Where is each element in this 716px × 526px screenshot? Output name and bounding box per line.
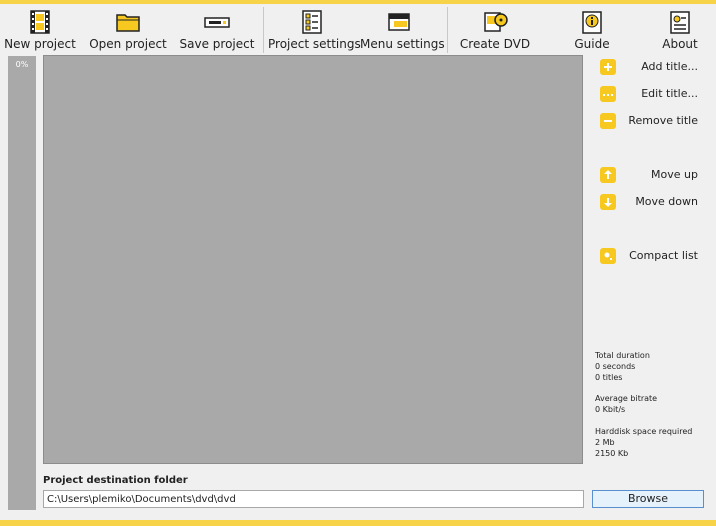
- save-project-button[interactable]: Save project: [178, 4, 256, 54]
- guide-button[interactable]: Guide: [562, 4, 622, 54]
- average-bitrate-value: 0 Kbit/s: [595, 405, 626, 414]
- main-toolbar: New project Open project Save project Pr…: [0, 4, 716, 54]
- total-duration-label: Total duration: [595, 351, 650, 360]
- menu-settings-button[interactable]: Menu settings: [360, 4, 445, 54]
- edit-title-button[interactable]: Edit title...: [597, 83, 709, 103]
- edit-title-label: Edit title...: [641, 87, 698, 100]
- drive-icon: [204, 17, 230, 28]
- move-up-label: Move up: [651, 168, 698, 181]
- arrow-up-icon: [600, 167, 616, 183]
- move-up-button[interactable]: Move up: [597, 164, 709, 184]
- compact-list-icon: [600, 248, 616, 264]
- harddisk-space-label: Harddisk space required: [595, 427, 693, 436]
- compact-list-button[interactable]: Compact list: [597, 245, 709, 265]
- guide-label: Guide: [574, 37, 610, 51]
- harddisk-space-mb: 2 Mb: [595, 438, 615, 447]
- save-project-label: Save project: [179, 37, 255, 51]
- about-button[interactable]: About: [650, 4, 710, 54]
- dvd-icon: [484, 12, 508, 32]
- project-settings-button[interactable]: Project settings: [268, 4, 361, 54]
- project-settings-label: Project settings: [268, 37, 361, 51]
- browse-button[interactable]: Browse: [592, 490, 704, 508]
- title-list-area[interactable]: [43, 55, 583, 464]
- total-duration-value: 0 seconds: [595, 362, 636, 371]
- bottom-accent-stripe: [0, 520, 716, 526]
- average-bitrate-label: Average bitrate: [595, 394, 658, 403]
- about-card-icon: [670, 11, 690, 34]
- menu-icon: [388, 13, 410, 31]
- progress-percent: 0%: [15, 60, 29, 69]
- titles-count-value: 0 titles: [595, 373, 623, 382]
- folder-icon: [116, 14, 140, 32]
- menu-settings-label: Menu settings: [360, 37, 445, 51]
- progress-bar: 0%: [8, 56, 36, 510]
- remove-title-label: Remove title: [628, 114, 698, 127]
- add-title-button[interactable]: Add title...: [597, 56, 709, 76]
- film-icon: [30, 10, 50, 34]
- new-project-label: New project: [4, 37, 76, 51]
- compact-list-label: Compact list: [629, 249, 698, 262]
- new-project-button[interactable]: New project: [0, 4, 80, 54]
- plus-icon: [600, 59, 616, 75]
- create-dvd-button[interactable]: Create DVD: [456, 4, 534, 54]
- toolbar-separator: [263, 7, 264, 53]
- toolbar-separator: [447, 7, 448, 53]
- minus-icon: [600, 113, 616, 129]
- remove-title-button[interactable]: Remove title: [597, 110, 709, 130]
- destination-folder-input[interactable]: [43, 490, 584, 508]
- create-dvd-label: Create DVD: [459, 37, 531, 51]
- about-label: About: [662, 37, 698, 51]
- move-down-label: Move down: [635, 195, 698, 208]
- destination-folder-label: Project destination folder: [43, 475, 188, 486]
- open-project-button[interactable]: Open project: [88, 4, 168, 54]
- guide-book-icon: [582, 11, 602, 34]
- settings-panel-icon: [302, 10, 322, 34]
- ellipsis-icon: [600, 86, 616, 102]
- arrow-down-icon: [600, 194, 616, 210]
- harddisk-space-kb: 2150 Kb: [595, 449, 629, 458]
- move-down-button[interactable]: Move down: [597, 191, 709, 211]
- open-project-label: Open project: [89, 37, 167, 51]
- add-title-label: Add title...: [641, 60, 698, 73]
